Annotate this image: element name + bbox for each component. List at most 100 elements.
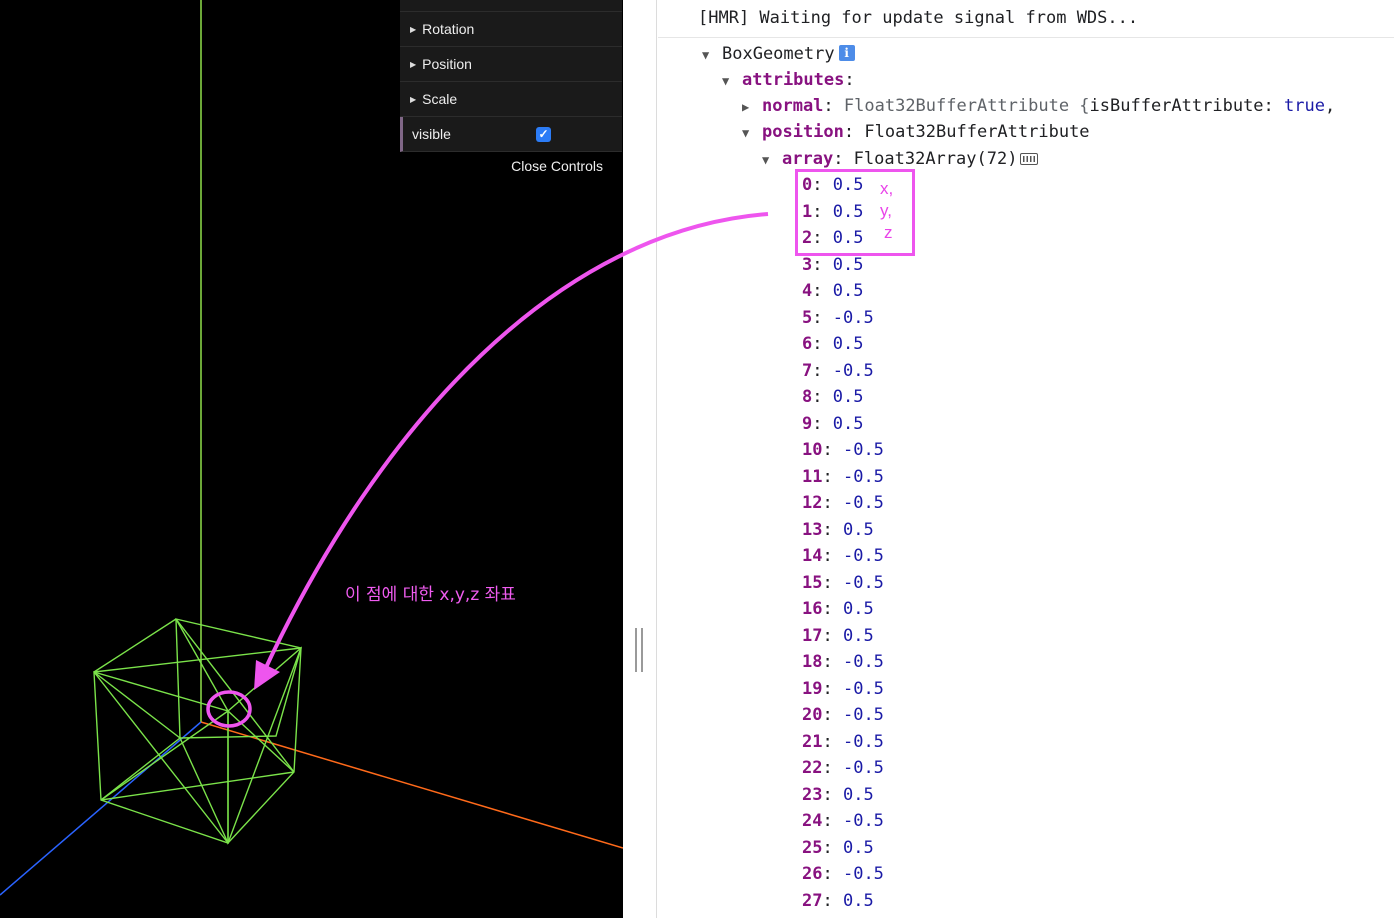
array-value: -0.5: [842, 440, 884, 460]
array-index: 15: [802, 572, 823, 593]
array-entry-row: 25: 0.5: [802, 837, 874, 858]
annotation-highlight-box: [795, 169, 915, 256]
object-name: BoxGeometry: [722, 44, 835, 64]
array-value: 0.5: [832, 413, 864, 434]
array-index: 3: [802, 254, 813, 275]
normal-row[interactable]: ▶ normal: Float32BufferAttribute {isBuffe…: [742, 95, 1335, 117]
property-type: Float32BufferAttribute: [864, 122, 1090, 142]
array-entry-row: 4: 0.5: [802, 281, 864, 301]
array-entry-row: 20: -0.5: [802, 705, 884, 725]
array-value: -0.5: [842, 546, 884, 566]
folder-label: Scale: [422, 91, 458, 107]
boxgeometry-row[interactable]: ▼ BoxGeometry i: [702, 43, 855, 65]
array-index: 8: [802, 387, 813, 407]
expanded-triangle-icon[interactable]: ▼: [702, 44, 722, 66]
array-index: 20: [802, 705, 823, 725]
caret-right-icon: ▶: [410, 59, 417, 69]
attributes-row[interactable]: ▼ attributes:: [722, 69, 855, 91]
folder-label: Rotation: [422, 21, 475, 37]
array-value: -0.5: [842, 731, 884, 752]
array-row[interactable]: ▼ array: Float32Array(72): [762, 148, 1039, 171]
property-key: normal: [762, 96, 824, 116]
expanded-triangle-icon[interactable]: ▼: [742, 122, 762, 144]
close-controls-button[interactable]: Close Controls: [400, 152, 622, 180]
info-icon[interactable]: i: [838, 45, 855, 61]
array-value: -0.5: [842, 678, 884, 699]
array-index: 27: [802, 890, 823, 911]
array-entry-row: 22: -0.5: [802, 758, 884, 778]
array-value: -0.5: [842, 705, 884, 725]
array-entry-row: 10: -0.5: [802, 440, 884, 460]
array-index: 19: [802, 678, 823, 699]
folder-label: Position: [422, 56, 472, 72]
visible-label: visible: [412, 126, 451, 142]
array-entry-row: 11: -0.5: [802, 466, 884, 487]
panel-top-edge: [400, 0, 622, 12]
array-index: 16: [802, 599, 823, 619]
array-value: 0.5: [842, 625, 874, 646]
array-index: 11: [802, 466, 823, 487]
property-type: Float32BufferAttribute {: [843, 96, 1090, 116]
property-key: position: [762, 122, 844, 142]
visible-control[interactable]: visible ✓: [400, 117, 622, 152]
array-index: 25: [802, 837, 823, 858]
array-entry-row: 9: 0.5: [802, 413, 864, 434]
folder-rotation[interactable]: ▶ Rotation: [400, 12, 622, 47]
folder-position[interactable]: ▶ Position: [400, 47, 622, 82]
array-entry-row: 5: -0.5: [802, 307, 874, 328]
array-entry-row: 17: 0.5: [802, 625, 874, 646]
array-entry-row: 27: 0.5: [802, 890, 874, 911]
expanded-triangle-icon[interactable]: ▼: [762, 149, 782, 171]
position-row[interactable]: ▼ position: Float32BufferAttribute: [742, 121, 1090, 143]
array-index: 24: [802, 811, 823, 831]
array-value: 0.5: [842, 890, 874, 911]
array-entry-row: 15: -0.5: [802, 572, 884, 593]
array-value: 0.5: [842, 519, 874, 540]
array-entry-row: 24: -0.5: [802, 811, 884, 831]
array-value: -0.5: [842, 466, 884, 487]
array-entry-row: 3: 0.5: [802, 254, 864, 275]
x-axis-line: [200, 721, 623, 849]
array-value: -0.5: [842, 572, 884, 593]
array-entry-row: 14: -0.5: [802, 546, 884, 566]
property-key: attributes: [742, 70, 845, 90]
array-index: 12: [802, 493, 823, 513]
array-entry-row: 23: 0.5: [802, 784, 874, 805]
array-entry-row: 13: 0.5: [802, 519, 874, 540]
hmr-log-message: [HMR] Waiting for update signal from WDS…: [698, 8, 1139, 28]
box-wireframe: [93, 618, 302, 845]
array-value: 0.5: [842, 784, 874, 805]
array-index: 4: [802, 281, 813, 301]
panel-splitter[interactable]: [623, 0, 657, 918]
array-index: 22: [802, 758, 823, 778]
array-value: 0.5: [832, 281, 864, 301]
log-divider: [658, 37, 1394, 38]
array-value: -0.5: [842, 493, 884, 513]
folder-scale[interactable]: ▶ Scale: [400, 82, 622, 117]
visible-checkbox[interactable]: ✓: [536, 126, 551, 142]
property-type: Float32Array(72): [853, 149, 1018, 169]
memory-inspector-icon[interactable]: [1020, 153, 1039, 165]
array-value: -0.5: [842, 652, 884, 672]
array-index: 13: [802, 519, 823, 540]
threejs-viewport[interactable]: ▶ Rotation ▶ Position ▶ Scale visible ✓ …: [0, 0, 623, 918]
expanded-triangle-icon[interactable]: ▼: [722, 70, 742, 92]
property-bool: true: [1284, 96, 1325, 116]
array-entry-row: 21: -0.5: [802, 731, 884, 752]
annotation-caption: 이 점에 대한 x,y,z 좌표: [345, 585, 516, 605]
array-value: 0.5: [832, 387, 864, 407]
collapsed-triangle-icon[interactable]: ▶: [742, 96, 762, 118]
array-value: 0.5: [832, 254, 864, 275]
caret-right-icon: ▶: [410, 24, 417, 34]
z-axis-line: [0, 721, 202, 896]
array-value: 0.5: [842, 599, 874, 619]
array-entry-row: 8: 0.5: [802, 387, 864, 407]
array-value: 0.5: [832, 334, 864, 354]
array-entry-row: 16: 0.5: [802, 599, 874, 619]
controls-panel: ▶ Rotation ▶ Position ▶ Scale visible ✓ …: [400, 0, 622, 180]
array-entry-row: 12: -0.5: [802, 493, 884, 513]
array-index: 10: [802, 440, 823, 460]
array-index: 17: [802, 625, 823, 646]
array-index: 23: [802, 784, 823, 805]
drag-handle-icon[interactable]: [635, 628, 643, 672]
